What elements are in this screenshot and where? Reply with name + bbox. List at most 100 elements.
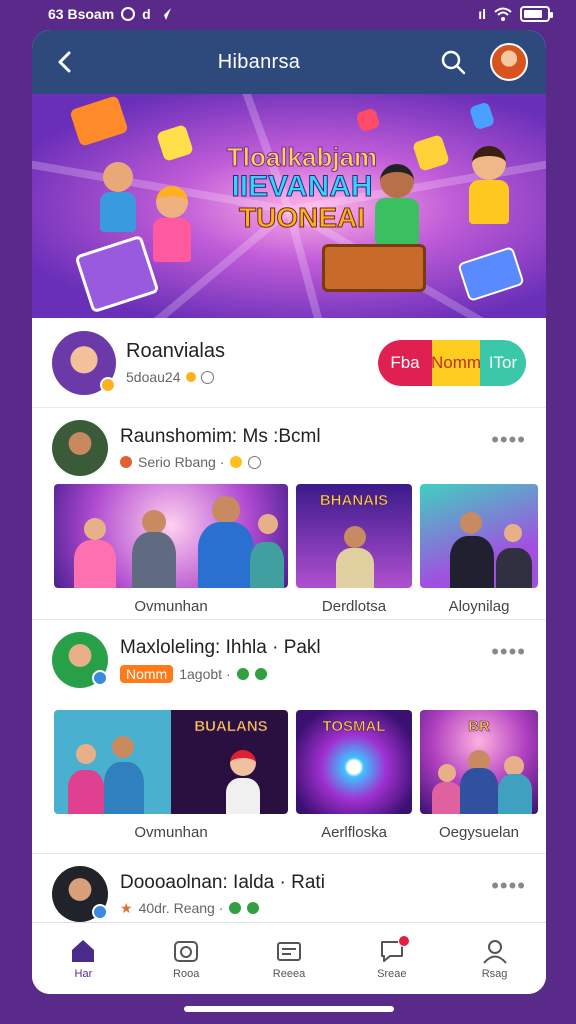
back-button[interactable]: [50, 47, 80, 77]
search-button[interactable]: [438, 47, 468, 77]
notification-badge: [398, 935, 411, 947]
tab-profile[interactable]: Rsag: [443, 923, 546, 994]
profile-sub-text: 5doau24: [126, 369, 181, 385]
hero-banner[interactable]: Tloalkabjam IIEVANAH TUONEAI: [32, 94, 546, 318]
thumbnail-item[interactable]: BUALANS Ovmunhan: [54, 710, 288, 841]
thumbnail-caption: Ovmunhan: [134, 824, 208, 841]
star-icon: ★: [120, 899, 133, 916]
post-meta: Doooaolnan: Ialda · Rati ★ 40dr. Reang ·: [120, 872, 491, 917]
page-title: Hibanrsa: [217, 50, 301, 73]
send-icon: [158, 8, 171, 20]
app-header: Hibanrsa: [32, 30, 546, 94]
battery-icon: [520, 6, 553, 22]
more-options-button[interactable]: ••••: [491, 427, 526, 453]
green-status-icon: [229, 902, 242, 914]
thumbnail-item[interactable]: BR Oegysuelan: [420, 710, 538, 841]
post-author[interactable]: Raunshomim: Ms :Bcml: [120, 426, 491, 448]
thumbnail-item[interactable]: BHANAIS Derdlotsa: [296, 484, 412, 615]
follow-pill-button[interactable]: Fba Nomm ITor: [378, 339, 526, 386]
profile-info: Roanvialas 5doau24: [126, 340, 378, 385]
cards-icon: [276, 941, 301, 961]
pill-segment-1: Fba: [378, 339, 432, 386]
thumbnail-overlay-text: BUALANS: [194, 718, 268, 736]
thumbnail-item[interactable]: Aloynilag: [420, 484, 538, 615]
post-avatar[interactable]: [52, 632, 108, 688]
verified-badge-icon: [92, 670, 108, 686]
post-tag[interactable]: Nomm: [120, 665, 174, 683]
hero-title-line2: IIEVANAH: [231, 170, 373, 204]
more-options-button[interactable]: ••••: [491, 639, 526, 665]
post-sub-text: 40dr. Reang ·: [138, 900, 224, 916]
clock-icon: [200, 370, 214, 384]
thumbnail-image: TOSMAL: [296, 710, 412, 814]
green-status-icon: [247, 902, 260, 914]
hero-title-line3: TUONEAI: [239, 201, 366, 233]
thumbnail-caption: Oegysuelan: [438, 824, 520, 841]
profile-subtitle: 5doau24: [126, 369, 378, 385]
pill-segment-2: Nomm: [431, 339, 481, 386]
more-options-button[interactable]: ••••: [491, 873, 526, 899]
thumbnail-overlay-text: BR: [468, 718, 490, 736]
floating-cube-icon: [468, 101, 496, 131]
thumbnail-item[interactable]: Ovmunhan: [54, 484, 288, 615]
search-icon: [441, 50, 466, 75]
hero-title-line1: Tloalkabjam: [226, 142, 378, 172]
post-author[interactable]: Doooaolnan: Ialda · Rati: [120, 872, 491, 894]
wifi-icon: [494, 7, 512, 21]
floating-cube-icon: [74, 234, 160, 314]
post-header: Raunshomim: Ms :Bcml Serio Rbang · ••••: [32, 420, 546, 476]
sun-icon: [185, 372, 196, 382]
post-sub-text: 1agobt ·: [179, 666, 231, 682]
thumbnail-strip: Ovmunhan BHANAIS Derdlotsa Aloynilag: [32, 484, 546, 615]
home-icon: [72, 939, 95, 962]
hero-title: Tloalkabjam IIEVANAH TUONEAI: [202, 142, 402, 233]
clock-icon: [248, 455, 262, 469]
status-left: 63 Bsoam d: [48, 6, 173, 22]
signal-icon: ıl: [478, 6, 486, 22]
thumbnail-overlay-text: TOSMAL: [322, 718, 386, 736]
pill-segment-3: ITor: [480, 339, 526, 386]
user-avatar[interactable]: [489, 43, 528, 81]
feed-post: Raunshomim: Ms :Bcml Serio Rbang · ••••: [32, 408, 546, 620]
thumbnail-image: [54, 484, 288, 588]
tab-label: Har: [74, 967, 93, 980]
profile-icon: [482, 939, 507, 964]
tab-cards[interactable]: Reeea: [238, 923, 341, 994]
post-meta: Maxloleling: Ihhla · Pakl Nomm 1agobt ·: [120, 637, 491, 683]
profile-name: Roanvialas: [126, 340, 225, 362]
d-icon: d: [142, 6, 151, 22]
camera-icon: [174, 940, 199, 962]
tab-label: Sreae: [377, 967, 407, 980]
app-window: Hibanrsa Tloalkabjam IIEVANAH TUONEAI Ro…: [32, 30, 546, 994]
profile-row[interactable]: Roanvialas 5doau24 Fba Nomm ITor: [32, 318, 546, 408]
verified-badge-icon: [92, 904, 108, 920]
home-indicator[interactable]: [184, 1006, 394, 1012]
post-avatar[interactable]: [52, 420, 108, 476]
status-text: 63 Bsoam: [48, 6, 115, 22]
post-sub-text: Serio Rbang ·: [138, 454, 225, 470]
tab-label: Reeea: [272, 967, 306, 980]
green-status-icon: [254, 668, 267, 680]
floating-cube-icon: [355, 107, 381, 133]
post-avatar[interactable]: [52, 866, 108, 922]
character-figure: [98, 162, 138, 232]
profile-avatar[interactable]: [52, 330, 116, 395]
character-figure: [150, 186, 194, 286]
tab-camera[interactable]: Rooa: [135, 923, 238, 994]
post-author[interactable]: Maxloleling: Ihhla · Pakl: [120, 637, 491, 659]
whatsapp-icon: [121, 7, 136, 21]
tab-chat[interactable]: Sreae: [340, 923, 443, 994]
tab-home[interactable]: Har: [32, 923, 135, 994]
back-arrow-icon: [58, 51, 71, 73]
sun-icon: [230, 456, 243, 468]
floating-cube-icon: [69, 95, 129, 147]
post-header: Maxloleling: Ihhla · Pakl Nomm 1agobt · …: [32, 632, 546, 688]
thumbnail-image: [420, 484, 538, 588]
thumbnail-item[interactable]: TOSMAL Aerlfloska: [296, 710, 412, 841]
status-right: ıl: [478, 6, 553, 22]
tab-label: Rsag: [481, 967, 508, 980]
verified-badge-icon: [100, 376, 116, 393]
thumbnail-image: BHANAIS: [296, 484, 412, 588]
thumbnail-image: BUALANS: [54, 710, 288, 814]
fire-icon: [120, 456, 132, 468]
